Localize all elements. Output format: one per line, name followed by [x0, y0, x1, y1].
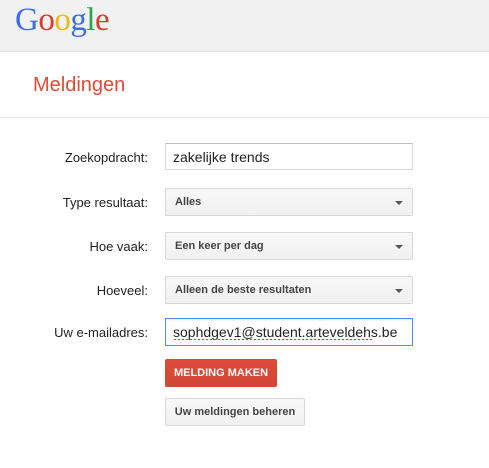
google-logo[interactable]: Google — [15, 2, 110, 38]
amount-label: Hoeveel: — [96, 283, 148, 298]
logo-letter: o — [54, 2, 71, 38]
logo-letter: o — [38, 2, 55, 38]
email-field-wrapper: sophdgev1@student.arteveldehs.be — [165, 318, 413, 346]
frequency-select-value: Een keer per dag — [175, 240, 264, 252]
frequency-label: Hoe vaak: — [89, 239, 148, 254]
create-alert-button[interactable]: MELDING MAKEN — [165, 359, 277, 387]
email-label: Uw e-mailadres: — [54, 325, 148, 340]
type-select-value: Alles — [175, 196, 202, 208]
type-label: Type resultaat: — [62, 195, 148, 210]
top-bar: Google — [0, 0, 489, 52]
type-select[interactable]: Alles — [165, 188, 413, 216]
spellcheck-underline — [173, 339, 373, 342]
page-title: Meldingen — [33, 74, 126, 96]
logo-letter: e — [95, 2, 110, 38]
chevron-down-icon — [395, 245, 403, 249]
frequency-select[interactable]: Een keer per dag — [165, 232, 413, 260]
logo-letter: l — [86, 2, 96, 38]
logo-letter: g — [70, 2, 87, 38]
chevron-down-icon — [395, 201, 403, 205]
chevron-down-icon — [395, 289, 403, 293]
logo-letter: G — [15, 2, 39, 38]
query-input[interactable] — [165, 143, 413, 170]
email-field-value: sophdgev1@student.arteveldehs.be — [173, 324, 398, 340]
manage-alerts-button[interactable]: Uw meldingen beheren — [165, 398, 305, 426]
query-label: Zoekopdracht: — [64, 150, 148, 165]
amount-select[interactable]: Alleen de beste resultaten — [165, 276, 413, 304]
amount-select-value: Alleen de beste resultaten — [175, 284, 312, 296]
